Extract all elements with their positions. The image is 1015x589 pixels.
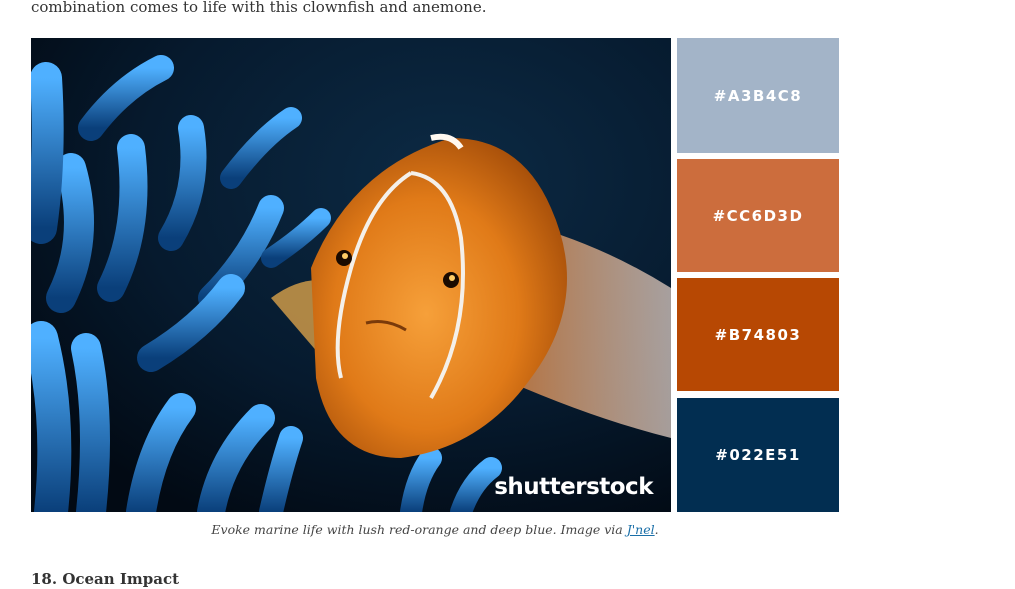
photographer-link[interactable]: J'nel — [627, 522, 655, 537]
clownfish-illustration — [31, 38, 671, 512]
shutterstock-watermark: shutterstock — [494, 474, 653, 500]
swatch-hex-label: #022E51 — [715, 446, 801, 464]
swatch-hex-label: #CC6D3D — [712, 206, 804, 225]
swatch-a3b4c8: #A3B4C8 — [677, 38, 839, 153]
swatch-hex-label: #B74803 — [714, 325, 802, 344]
figure-caption: Evoke marine life with lush red-orange a… — [31, 522, 839, 537]
swatch-hex-label: #A3B4C8 — [713, 86, 803, 105]
palette-figure: shutterstock #A3B4C8 #CC6D3D #B74803 #02… — [31, 38, 839, 512]
swatch-b74803: #B74803 — [677, 278, 839, 391]
caption-text: Evoke marine life with lush red-orange a… — [211, 522, 627, 537]
intro-paragraph: combination comes to life with this clow… — [31, 0, 487, 16]
swatch-022e51: #022E51 — [677, 398, 839, 512]
section-heading: 18. Ocean Impact — [31, 570, 180, 588]
caption-suffix: . — [654, 522, 659, 537]
swatch-cc6d3d: #CC6D3D — [677, 159, 839, 272]
color-swatches: #A3B4C8 #CC6D3D #B74803 #022E51 — [677, 38, 839, 512]
clownfish-photo: shutterstock — [31, 38, 671, 512]
